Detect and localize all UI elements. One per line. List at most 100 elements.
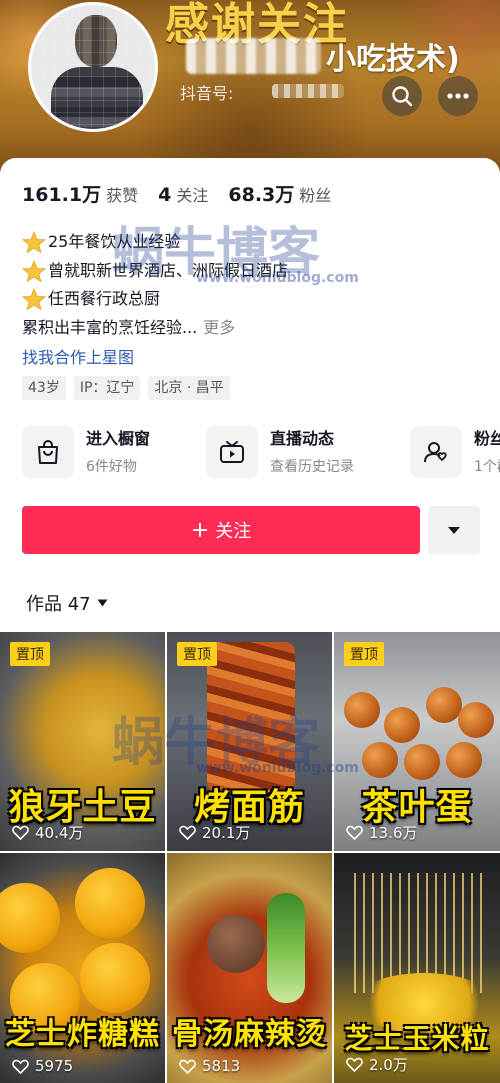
stat-label: 获赞 <box>106 186 139 205</box>
more-button[interactable] <box>438 76 478 116</box>
pinned-badge: 置顶 <box>177 642 217 666</box>
bio-text: 累积出丰富的烹饪经验... <box>22 317 198 337</box>
feature-title: 进入橱窗 <box>86 429 151 448</box>
video-caption: 骨汤麻辣烫 <box>172 1017 327 1052</box>
more-icon <box>447 93 469 99</box>
bio-line: 曾就职新世界酒店、洲际假日酒店 <box>22 257 288 286</box>
heart-icon <box>12 1059 29 1074</box>
tab-works[interactable]: 作品 47 <box>26 590 108 616</box>
video-likes: 40.4万 <box>12 822 83 843</box>
search-button[interactable] <box>382 76 422 116</box>
feature-text: 进入橱窗 6件好物 <box>86 428 150 476</box>
bio-text: 任西餐行政总厨 <box>48 289 161 308</box>
likes-count: 20.1万 <box>202 824 251 842</box>
feature-title: 直播动态 <box>270 429 335 448</box>
feature-icon-box <box>410 426 462 478</box>
nickname-blurred <box>186 38 321 74</box>
food-ball <box>75 868 145 938</box>
heart-icon <box>346 825 363 840</box>
douyin-id-blurred <box>272 84 344 98</box>
video-likes: 13.6万 <box>346 822 417 843</box>
egg-shape <box>344 692 380 728</box>
food-vegetable <box>267 893 305 1003</box>
shopping-bag-icon <box>38 440 58 464</box>
star-icon <box>22 288 46 311</box>
feature-subtitle: 查看历史记录 <box>270 459 354 475</box>
food-ball <box>0 883 60 953</box>
follow-button[interactable]: + 关注 <box>22 506 420 554</box>
video-tile[interactable]: 骨汤麻辣烫 5813 <box>167 853 332 1083</box>
recommend-dropdown-button[interactable] <box>428 506 480 554</box>
egg-shape <box>384 707 420 743</box>
nickname: 小吃技术) <box>326 42 460 77</box>
tags-row: 43岁 IP：辽宁 北京 · 昌平 <box>22 376 238 400</box>
bio-more-link[interactable]: 更多 <box>203 314 235 343</box>
feature-text: 直播动态 查看历史记录 <box>270 428 354 476</box>
pinned-badge: 置顶 <box>344 642 384 666</box>
tag-location[interactable]: 北京 · 昌平 <box>148 376 230 400</box>
likes-count: 5975 <box>35 1057 74 1075</box>
avatar[interactable] <box>28 2 158 132</box>
star-icon <box>22 231 46 254</box>
heart-icon <box>179 825 196 840</box>
food-meatball <box>207 915 265 973</box>
works-tab-label: 作品 47 <box>26 594 91 615</box>
feature-icon-box <box>22 426 74 478</box>
egg-shape <box>426 687 462 723</box>
search-icon <box>392 86 413 107</box>
douyin-id-label: 抖音号: <box>180 84 234 103</box>
feature-subtitle: 6件好物 <box>86 459 137 475</box>
video-thumbnail-food <box>207 642 295 792</box>
tag-ip: IP：辽宁 <box>73 376 141 400</box>
bio-text: 25年餐饮从业经验 <box>48 232 181 251</box>
profile-card: 161.1万 获赞 4 关注 68.3万 粉丝 25年餐饮从业经验 曾就职新世界… <box>0 158 500 633</box>
video-tile[interactable]: 芝士玉米粒 2.0万 <box>334 853 500 1083</box>
bio-line: 累积出丰富的烹饪经验... 更多 <box>22 314 288 343</box>
tv-icon <box>220 441 244 463</box>
follow-button-label: 关注 <box>215 521 252 542</box>
egg-shape <box>458 702 494 738</box>
feature-shop-window[interactable]: 进入橱窗 6件好物 <box>22 424 150 480</box>
egg-shape <box>404 744 440 780</box>
feature-fans-group[interactable]: 粉丝群 1个群聊 <box>410 424 500 480</box>
caret-down-icon <box>448 526 460 534</box>
feature-live[interactable]: 直播动态 查看历史记录 <box>206 424 354 480</box>
video-caption: 芝士玉米粒 <box>344 1022 490 1055</box>
cooperate-link[interactable]: 找我合作上星图 <box>22 344 134 368</box>
pinned-badge: 置顶 <box>10 642 50 666</box>
stat-label: 粉丝 <box>299 186 332 205</box>
feature-icon-box <box>206 426 258 478</box>
stat-value: 161.1万 <box>22 184 102 206</box>
egg-shape <box>362 742 398 778</box>
video-likes: 20.1万 <box>179 822 250 843</box>
fans-group-icon <box>424 442 447 463</box>
video-grid: 置顶 狼牙土豆 40.4万 置顶 烤面筋 20.1万 置顶 茶叶蛋 13.6万 <box>0 632 500 1083</box>
tag-age: 43岁 <box>22 376 66 400</box>
plus-icon: + <box>190 517 210 543</box>
bio-line: 25年餐饮从业经验 <box>22 228 288 257</box>
avatar-mosaic <box>31 5 155 129</box>
video-tile[interactable]: 置顶 狼牙土豆 40.4万 <box>0 632 165 851</box>
bio[interactable]: 25年餐饮从业经验 曾就职新世界酒店、洲际假日酒店 任西餐行政总厨 累积出丰富的… <box>22 228 288 342</box>
likes-count: 5813 <box>202 1057 241 1075</box>
bio-line: 任西餐行政总厨 <box>22 285 288 314</box>
video-likes: 5813 <box>179 1057 240 1075</box>
heart-icon <box>12 825 29 840</box>
stats-row: 161.1万 获赞 4 关注 68.3万 粉丝 <box>22 180 351 207</box>
bio-text: 曾就职新世界酒店、洲际假日酒店 <box>48 260 289 280</box>
likes-count: 13.6万 <box>369 824 418 842</box>
egg-shape <box>446 742 482 778</box>
caret-down-icon <box>97 599 108 607</box>
video-tile[interactable]: 置顶 茶叶蛋 13.6万 <box>334 632 500 851</box>
video-tile[interactable]: 置顶 烤面筋 20.1万 <box>167 632 332 851</box>
stat-following[interactable]: 4 关注 <box>158 182 208 206</box>
stat-label: 关注 <box>176 186 209 205</box>
food-ball <box>80 943 150 1013</box>
feature-title: 粉丝群 <box>474 429 500 448</box>
stat-likes[interactable]: 161.1万 获赞 <box>22 180 138 207</box>
heart-icon <box>179 1059 196 1074</box>
video-caption: 芝士炸糖糕 <box>5 1017 160 1052</box>
stat-followers[interactable]: 68.3万 粉丝 <box>228 180 331 207</box>
video-tile[interactable]: 芝士炸糖糕 5975 <box>0 853 165 1083</box>
video-likes: 2.0万 <box>346 1054 408 1075</box>
